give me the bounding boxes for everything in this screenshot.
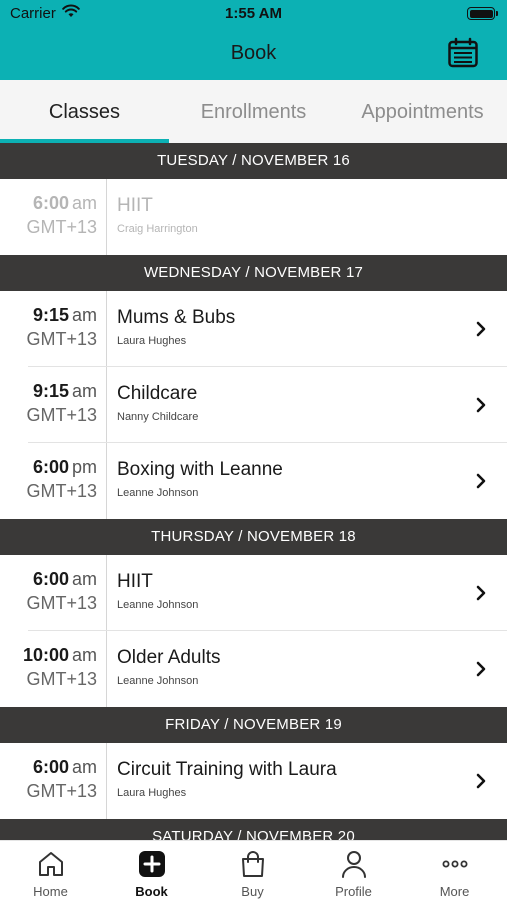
tab-more-label: More xyxy=(439,884,470,899)
timezone: GMT+13 xyxy=(26,669,97,689)
class-name: Childcare xyxy=(117,383,198,404)
start-time: 10:00 xyxy=(22,645,69,665)
book-plus-icon xyxy=(139,851,165,877)
tab-book-label: Book xyxy=(135,884,168,899)
class-time: 9:15 am GMT+13 xyxy=(0,381,97,426)
class-name: Mums & Bubs xyxy=(117,307,236,328)
class-row[interactable]: 6:00 am GMT+13 Circuit Training with Laur… xyxy=(0,743,507,819)
timezone: GMT+13 xyxy=(26,405,97,425)
am-pm: am xyxy=(71,569,97,589)
timezone: GMT+13 xyxy=(26,217,97,237)
instructor-name: Leanne Johnson xyxy=(117,599,199,611)
am-pm: am xyxy=(71,757,97,777)
class-name: HIIT xyxy=(117,571,153,592)
timezone: GMT+13 xyxy=(26,329,97,349)
shopping-bag-icon xyxy=(242,851,264,877)
class-time: 6:00 pm GMT+13 xyxy=(0,457,97,502)
class-row[interactable]: 9:15 am GMT+13 Mums & Bubs Laura Hughes xyxy=(0,291,507,367)
day-header: FRIDAY / NOVEMBER 19 xyxy=(0,707,507,743)
instructor-name: Leanne Johnson xyxy=(117,675,199,687)
day-header: SATURDAY / NOVEMBER 20 xyxy=(0,819,507,840)
timezone: GMT+13 xyxy=(26,593,97,613)
instructor-name: Craig Harrington xyxy=(117,223,198,235)
more-icon xyxy=(442,860,468,868)
class-name: Older Adults xyxy=(117,647,221,668)
status-bar: Carrier 1:55 AM xyxy=(0,0,507,28)
class-row[interactable]: 10:00 am GMT+13 Older Adults Leanne Johns… xyxy=(0,631,507,707)
profile-icon xyxy=(342,851,366,878)
chevron-right-icon xyxy=(476,321,486,337)
class-time: 9:15 am GMT+13 xyxy=(0,305,97,350)
class-name: Boxing with Leanne xyxy=(117,459,283,480)
class-schedule-list[interactable]: TUESDAY / NOVEMBER 16 6:00 am GMT+13 HIIT… xyxy=(0,143,507,840)
timezone: GMT+13 xyxy=(26,781,97,801)
class-row[interactable]: 6:00 pm GMT+13 Boxing with Leanne Leanne … xyxy=(0,443,507,519)
tab-profile[interactable]: Profile xyxy=(303,841,404,900)
tab-buy[interactable]: Buy xyxy=(202,841,303,900)
tab-profile-label: Profile xyxy=(335,884,372,899)
am-pm: am xyxy=(71,381,97,401)
battery-icon xyxy=(467,7,498,20)
tab-more[interactable]: More xyxy=(404,841,505,900)
calendar-icon[interactable] xyxy=(447,37,479,69)
class-row[interactable]: 6:00 am GMT+13 HIIT Leanne Johnson xyxy=(0,555,507,631)
chevron-right-icon xyxy=(476,397,486,413)
instructor-name: Nanny Childcare xyxy=(117,411,199,423)
chevron-right-icon xyxy=(476,585,486,601)
am-pm: am xyxy=(71,193,97,213)
class-row: 6:00 am GMT+13 HIIT Craig Harrington xyxy=(0,179,507,255)
tab-book[interactable]: Book xyxy=(101,841,202,900)
day-header: WEDNESDAY / NOVEMBER 17 xyxy=(0,255,507,291)
tab-enrollments[interactable]: Enrollments xyxy=(169,80,338,144)
class-time: 6:00 am GMT+13 xyxy=(0,569,97,614)
status-time: 1:55 AM xyxy=(225,5,282,22)
tab-home-label: Home xyxy=(33,884,68,899)
day-header: TUESDAY / NOVEMBER 16 xyxy=(0,143,507,179)
class-name: HIIT xyxy=(117,195,153,216)
class-time: 10:00 am GMT+13 xyxy=(0,645,97,690)
tab-buy-label: Buy xyxy=(241,884,264,899)
nav-bar: Book xyxy=(0,28,507,80)
page-title: Book xyxy=(230,42,277,64)
tab-classes[interactable]: Classes xyxy=(0,80,169,144)
bottom-tab-bar: Home Book Buy Profile More xyxy=(0,840,507,900)
day-header: THURSDAY / NOVEMBER 18 xyxy=(0,519,507,555)
tab-home[interactable]: Home xyxy=(0,841,101,900)
class-time: 6:00 am GMT+13 xyxy=(0,757,97,802)
class-time: 6:00 am GMT+13 xyxy=(0,193,97,238)
am-pm: pm xyxy=(71,457,97,477)
start-time: 9:15 xyxy=(32,381,69,401)
start-time: 9:15 xyxy=(32,305,69,325)
timezone: GMT+13 xyxy=(26,481,97,501)
instructor-name: Leanne Johnson xyxy=(117,487,199,499)
tab-appointments[interactable]: Appointments xyxy=(338,80,507,144)
start-time: 6:00 xyxy=(32,569,69,589)
segment-tabs: Classes Enrollments Appointments xyxy=(0,80,507,144)
am-pm: am xyxy=(71,645,97,665)
instructor-name: Laura Hughes xyxy=(117,335,187,347)
start-time: 6:00 xyxy=(32,757,69,777)
chevron-right-icon xyxy=(476,661,486,677)
chevron-right-icon xyxy=(476,473,486,489)
home-icon xyxy=(39,852,63,876)
start-time: 6:00 xyxy=(32,457,69,477)
class-name: Circuit Training with Laura xyxy=(117,759,337,780)
chevron-right-icon xyxy=(476,773,486,789)
instructor-name: Laura Hughes xyxy=(117,787,187,799)
start-time: 6:00 xyxy=(32,193,69,213)
am-pm: am xyxy=(71,305,97,325)
class-row[interactable]: 9:15 am GMT+13 Childcare Nanny Childcare xyxy=(0,367,507,443)
